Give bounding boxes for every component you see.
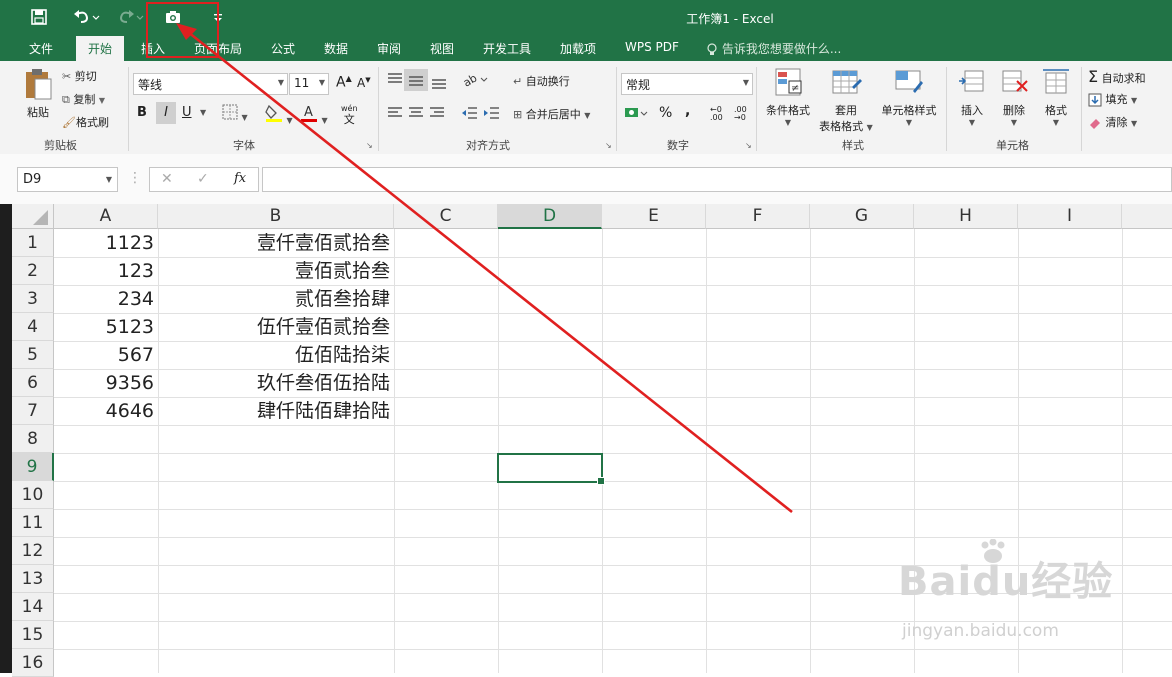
annotation-arrow-icon bbox=[176, 23, 793, 514]
